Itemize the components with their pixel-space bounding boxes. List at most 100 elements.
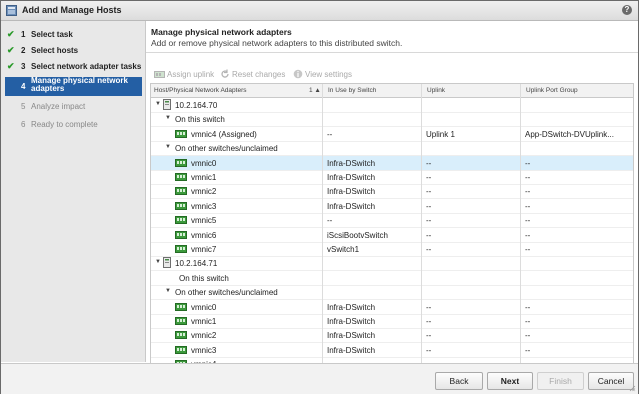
in-use-by-switch: -- [327,216,333,226]
uplink-value: -- [426,317,432,326]
adapter-row[interactable]: vmnic2 Infra-DSwitch -- -- [151,184,633,200]
column-divider [421,84,422,363]
step-select-hosts[interactable]: ✔ 2 Select hosts [5,45,142,59]
uplink-value: -- [426,187,432,197]
adapter-name: On this switch [179,273,229,283]
adapter-name: On other switches/unclaimed [175,144,278,154]
network-adapter-icon [175,201,187,210]
adapter-name: vmnic1 [191,317,217,326]
reset-changes-button[interactable]: Reset changes [220,69,285,79]
col-header-port-group[interactable]: Uplink Port Group [526,87,578,94]
group-row[interactable]: ▼ On other switches/unclaimed [151,285,633,301]
host-row[interactable]: ▼ 10.2.164.71 [151,256,633,272]
adapter-row[interactable]: vmnic0 Infra-DSwitch -- -- [151,155,633,171]
uplink-port-group: -- [525,230,531,240]
adapter-name: vmnic4 (Assigned) [191,129,257,139]
sort-indicator[interactable]: 1 ▲ [309,87,321,94]
adapter-row[interactable]: vmnic4 (Assigned) -- Uplink 1 App-DSwitch-D… [151,127,633,142]
uplink-value: -- [426,173,432,182]
network-adapter-icon [175,216,187,225]
view-settings-label: View settings [305,70,352,79]
in-use-by-switch: Infra-DSwitch [327,317,376,326]
adapter-name: On this switch [175,115,225,125]
info-icon [293,69,303,79]
check-icon: ✔ [7,45,15,55]
step-select-task[interactable]: ✔ 1 Select task [5,29,142,43]
column-divider [322,84,323,363]
expand-arrow-icon[interactable]: ▼ [165,115,171,121]
reset-icon [221,69,229,78]
reset-changes-label: Reset changes [232,70,286,79]
adapter-name: vmnic6 [191,230,217,240]
col-header-in-use[interactable]: In Use by Switch [328,87,376,94]
help-icon[interactable]: ? [622,5,632,15]
adapter-name: vmnic0 [191,158,217,168]
adapter-row[interactable]: vmnic0 Infra-DSwitch -- -- [151,300,633,315]
expand-arrow-icon[interactable]: ▼ [165,144,171,150]
finish-button[interactable]: Finish [537,372,584,390]
adapter-name: vmnic2 [191,331,217,341]
step-number: 4 [21,82,26,91]
back-button[interactable]: Back [435,372,483,390]
network-adapter-icon [175,302,187,311]
step-label: Select hosts [31,46,79,55]
group-row[interactable]: ▼ On this switch [151,112,633,128]
uplink-port-group: -- [525,187,531,197]
adapter-row[interactable]: vmnic5 -- -- -- [151,213,633,229]
network-adapter-icon [175,331,187,340]
adapter-row[interactable]: vmnic3 Infra-DSwitch -- -- [151,343,633,358]
resize-grip-icon[interactable] [629,385,636,392]
dialog-app-icon [6,5,17,16]
uplink-value: -- [426,230,432,240]
group-row[interactable]: On this switch [151,271,633,286]
page-title: Manage physical network adapters [151,27,292,37]
group-row[interactable]: ▼ On other switches/unclaimed [151,141,633,157]
adapter-row[interactable]: vmnic7 vSwitch1 -- -- [151,242,633,257]
network-adapter-icon [175,245,187,253]
step-select-adapter-tasks[interactable]: ✔ 3 Select network adapter tasks [5,61,142,75]
uplink-port-group: -- [525,302,531,312]
adapter-row[interactable]: vmnic6 iScsiBootvSwitch -- -- [151,228,633,243]
uplink-port-group: -- [525,158,531,168]
adapter-row[interactable]: vmnic1 Infra-DSwitch -- -- [151,170,633,185]
host-row[interactable]: ▼ 10.2.164.70 [151,98,633,113]
dialog-title: Add and Manage Hosts [22,5,122,15]
uplink-value: Uplink 1 [426,129,455,139]
in-use-by-switch: Infra-DSwitch [327,331,376,341]
expand-arrow-icon[interactable]: ▼ [165,288,171,294]
step-number: 6 [21,120,26,129]
view-settings-button[interactable]: View settings [293,69,352,79]
step-ready-to-complete: 6 Ready to complete [5,119,142,133]
adapter-name: vmnic3 [191,345,217,355]
adapter-name: vmnic3 [191,201,217,211]
cancel-button[interactable]: Cancel [588,372,634,390]
adapter-row[interactable]: vmnic1 Infra-DSwitch -- -- [151,314,633,329]
assign-uplink-button[interactable]: Assign uplink [154,69,214,79]
adapter-name: vmnic7 [191,245,217,254]
host-server-icon [163,257,171,269]
col-header-adapters[interactable]: Host/Physical Network Adapters [154,87,246,94]
uplink-value: -- [426,345,432,355]
network-adapter-icon [175,173,187,181]
in-use-by-switch: vSwitch1 [327,245,360,254]
expand-arrow-icon[interactable]: ▼ [155,101,161,107]
uplink-port-group: App-DSwitch-DVUplink... [525,129,614,139]
in-use-by-switch: Infra-DSwitch [327,173,376,182]
network-adapter-icon [175,158,187,167]
adapter-name: 10.2.164.70 [175,101,218,110]
adapter-name: vmnic5 [191,216,217,226]
adapter-row[interactable]: vmnic3 Infra-DSwitch -- -- [151,199,633,214]
network-adapter-icon [175,187,187,196]
uplink-port-group: -- [525,216,531,226]
step-label: Ready to complete [31,120,98,129]
step-label: Select task [31,30,73,39]
step-manage-physical-adapters[interactable]: 4 Manage physical network adapters [5,77,142,96]
network-adapter-icon [175,230,187,239]
uplink-value: -- [426,245,432,254]
expand-arrow-icon[interactable]: ▼ [155,259,161,265]
col-header-uplink[interactable]: Uplink [427,87,445,94]
adapter-row[interactable]: vmnic2 Infra-DSwitch -- -- [151,328,633,344]
main-panel: Manage physical network adapters Add or … [146,21,638,364]
check-icon: ✔ [7,29,15,39]
next-button[interactable]: Next [487,372,533,390]
